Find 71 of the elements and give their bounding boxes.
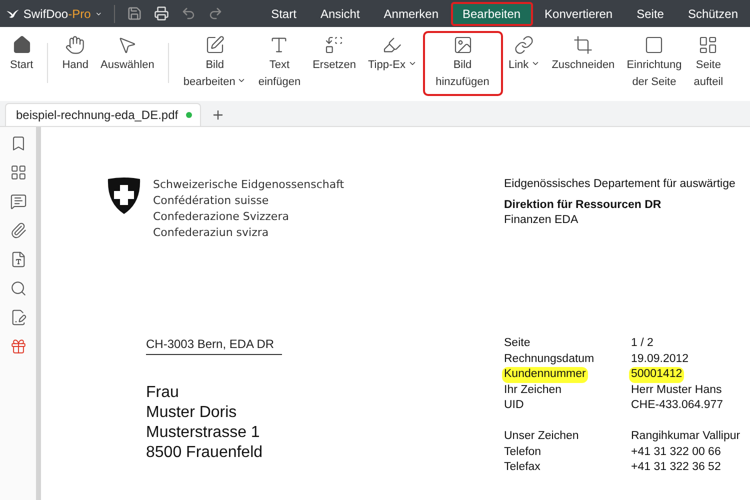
detail-value: Rangihkumar Vallipur <box>630 428 742 444</box>
replace-icon <box>324 35 344 55</box>
recipient-line: Musterstrasse 1 <box>146 423 261 443</box>
signature-icon[interactable] <box>10 309 26 326</box>
save-icon[interactable] <box>127 6 142 21</box>
gift-icon[interactable] <box>10 338 26 355</box>
menu-tab[interactable]: Konvertieren <box>532 2 625 26</box>
detail-label: Telefax <box>503 460 542 476</box>
detail-value: +41 31 322 00 66 <box>630 444 722 460</box>
coat-text: Confederaziun svizra <box>153 225 270 241</box>
undo-icon[interactable] <box>181 6 196 21</box>
menu-tab[interactable]: Ansicht <box>308 2 372 26</box>
redo-icon[interactable] <box>208 6 224 21</box>
image-icon <box>452 35 472 55</box>
comment-icon[interactable] <box>10 193 26 210</box>
marker-icon <box>382 35 402 55</box>
toolbar-button[interactable]: Ersetzen <box>306 31 362 79</box>
toolbar-button[interactable]: Link <box>502 31 546 79</box>
detail-value: CHE-433.064.977 <box>630 398 724 414</box>
detail-value: 50001412 <box>629 367 684 383</box>
toolbar-button[interactable]: Auswählen <box>94 31 160 79</box>
coat-text: Schweizerische Eidgenossenschaft <box>153 177 344 193</box>
toolbar-button[interactable]: Einrichtung der Seite <box>620 31 688 96</box>
unit-text: Finanzen EDA <box>504 213 580 228</box>
coat-text: Confédération suisse <box>153 193 270 209</box>
toolbar-button[interactable]: Text einfügen <box>252 31 307 96</box>
swiss-shield-icon <box>107 177 141 215</box>
detail-label: Kundennummer <box>502 367 588 383</box>
detail-value: 1 / 2 <box>630 336 654 351</box>
detail-label: Rechnungsdatum <box>503 352 596 367</box>
detail-label: Unser Zeichen <box>503 428 580 444</box>
link-icon <box>514 35 534 55</box>
detail-label: Ihr Zeichen <box>503 382 563 398</box>
menu-tab[interactable]: Start <box>259 2 308 26</box>
pointer-icon <box>117 35 138 55</box>
menu-tab[interactable]: Bearbeiten <box>450 2 533 26</box>
toolbar-button[interactable]: Zuschneiden <box>546 31 621 79</box>
toolbar-button[interactable]: Start <box>4 31 40 79</box>
app-name: SwifDoo-Pro <box>23 6 91 20</box>
detail-value: 19.09.2012 <box>630 352 690 367</box>
sender-line: CH-3003 Bern, EDA DR <box>146 337 282 355</box>
add-tab-icon[interactable] <box>211 108 226 122</box>
recipient-line: 8500 Frauenfeld <box>146 443 264 463</box>
crop-icon <box>573 35 594 55</box>
unsaved-dot <box>186 112 192 118</box>
edit-icon <box>204 35 225 55</box>
home-icon <box>12 35 32 55</box>
toolbar-button[interactable]: Bild bearbeiten <box>177 31 252 96</box>
recipient-line: Frau <box>146 383 180 403</box>
menu-tab[interactable]: Seite <box>624 2 676 26</box>
toolbar-button[interactable]: Hand <box>56 31 95 79</box>
coat-text: Confederazione Svizzera <box>153 209 290 225</box>
print-icon[interactable] <box>154 6 170 21</box>
detail-label: Telefon <box>503 444 542 460</box>
toolbar-button[interactable]: Seite aufteil <box>688 31 730 96</box>
paperclip-icon[interactable] <box>10 222 26 239</box>
detail-label: Seite <box>503 336 532 351</box>
detail-label: UID <box>503 398 525 414</box>
thumbnails-icon[interactable] <box>10 164 26 181</box>
toolbar-button[interactable]: Tipp-Ex <box>362 31 422 79</box>
detail-value: +41 31 322 36 52 <box>630 460 722 476</box>
recipient-line: Muster Doris <box>146 403 238 423</box>
search-icon[interactable] <box>10 280 26 297</box>
toolbar-button[interactable]: Bild hinzufügen <box>422 31 502 96</box>
department-text: Eidgenössisches Departement für auswärtige <box>504 177 736 192</box>
detail-value: Herr Muster Hans <box>630 382 723 398</box>
hand-icon <box>65 35 86 55</box>
menu-tab[interactable]: Anmerken <box>372 2 450 26</box>
directorate-text: Direktion für Ressourcen DR <box>504 198 662 213</box>
menu-tab[interactable]: Schützen <box>676 2 750 26</box>
document-tab[interactable]: beispiel-rechnung-eda_DE.pdf <box>5 103 202 126</box>
